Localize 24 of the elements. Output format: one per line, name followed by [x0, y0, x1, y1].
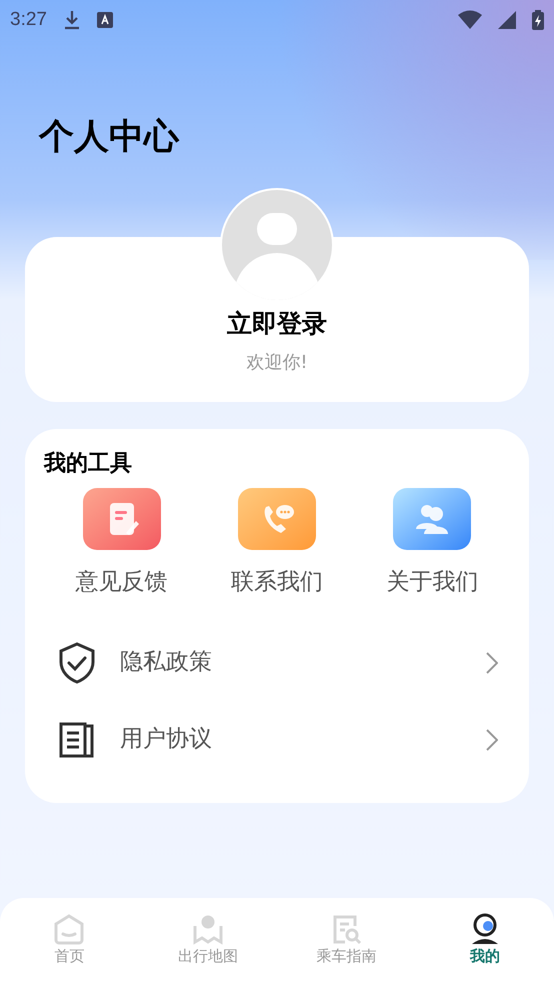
download-icon: [62, 10, 81, 30]
shield-check-icon: [58, 642, 96, 684]
chevron-right-icon: [486, 652, 498, 674]
people-icon: [393, 488, 472, 550]
welcome-text: 欢迎你!: [246, 351, 308, 375]
tool-item[interactable]: 联系我们: [199, 488, 355, 598]
menu-row[interactable]: 隐私政策: [44, 624, 510, 701]
note-edit-icon: [82, 488, 161, 550]
signal-icon: [498, 11, 516, 29]
status-time: 3:27: [10, 8, 47, 32]
chevron-right-icon: [486, 728, 498, 750]
menu-row[interactable]: 用户协议: [44, 701, 510, 778]
page-title: 个人中心: [39, 116, 180, 159]
login-link[interactable]: 立即登录: [227, 307, 327, 341]
nav-tab[interactable]: 我的: [416, 912, 554, 984]
keyboard-icon: [96, 12, 113, 28]
tool-item[interactable]: 关于我们: [354, 488, 510, 598]
document-icon: [58, 720, 96, 758]
home-icon: [52, 912, 86, 946]
tools-title: 我的工具: [44, 450, 133, 478]
phone-chat-icon: [238, 488, 316, 550]
battery-icon: [532, 10, 544, 30]
wifi-icon: [458, 10, 482, 30]
tool-item[interactable]: 意见反馈: [44, 488, 200, 598]
